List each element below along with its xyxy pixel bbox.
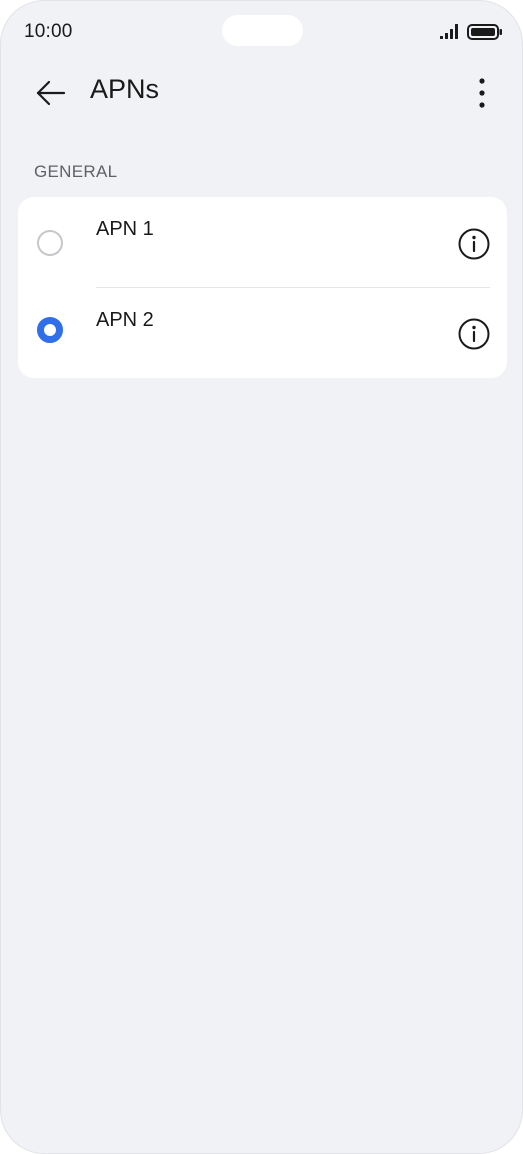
page-title: APNs xyxy=(90,74,160,104)
phone-screen: 10:00 APNs GENERAL APN 1 APN 2 xyxy=(0,0,523,1154)
radio-button-unselected[interactable] xyxy=(37,230,63,256)
apn-label: APN 2 xyxy=(96,309,154,331)
status-time: 10:00 xyxy=(24,21,73,42)
more-options-button[interactable] xyxy=(467,73,497,113)
signal-bars-icon xyxy=(440,24,458,39)
battery-full-icon xyxy=(467,24,502,40)
apn-list-item[interactable]: APN 2 xyxy=(18,288,507,378)
info-icon[interactable] xyxy=(457,227,491,261)
radio-button-selected[interactable] xyxy=(37,317,63,343)
more-vertical-icon xyxy=(479,78,485,108)
app-bar: APNs xyxy=(1,63,522,123)
status-bar: 10:00 xyxy=(1,1,522,63)
camera-cutout xyxy=(222,15,303,46)
apn-label: APN 1 xyxy=(96,218,154,240)
arrow-left-icon xyxy=(36,80,66,106)
back-button[interactable] xyxy=(31,75,71,111)
section-header-general: GENERAL xyxy=(34,162,118,181)
apn-list-card: APN 1 APN 2 xyxy=(18,197,507,378)
info-icon[interactable] xyxy=(457,317,491,351)
apn-list-item[interactable]: APN 1 xyxy=(18,197,507,287)
